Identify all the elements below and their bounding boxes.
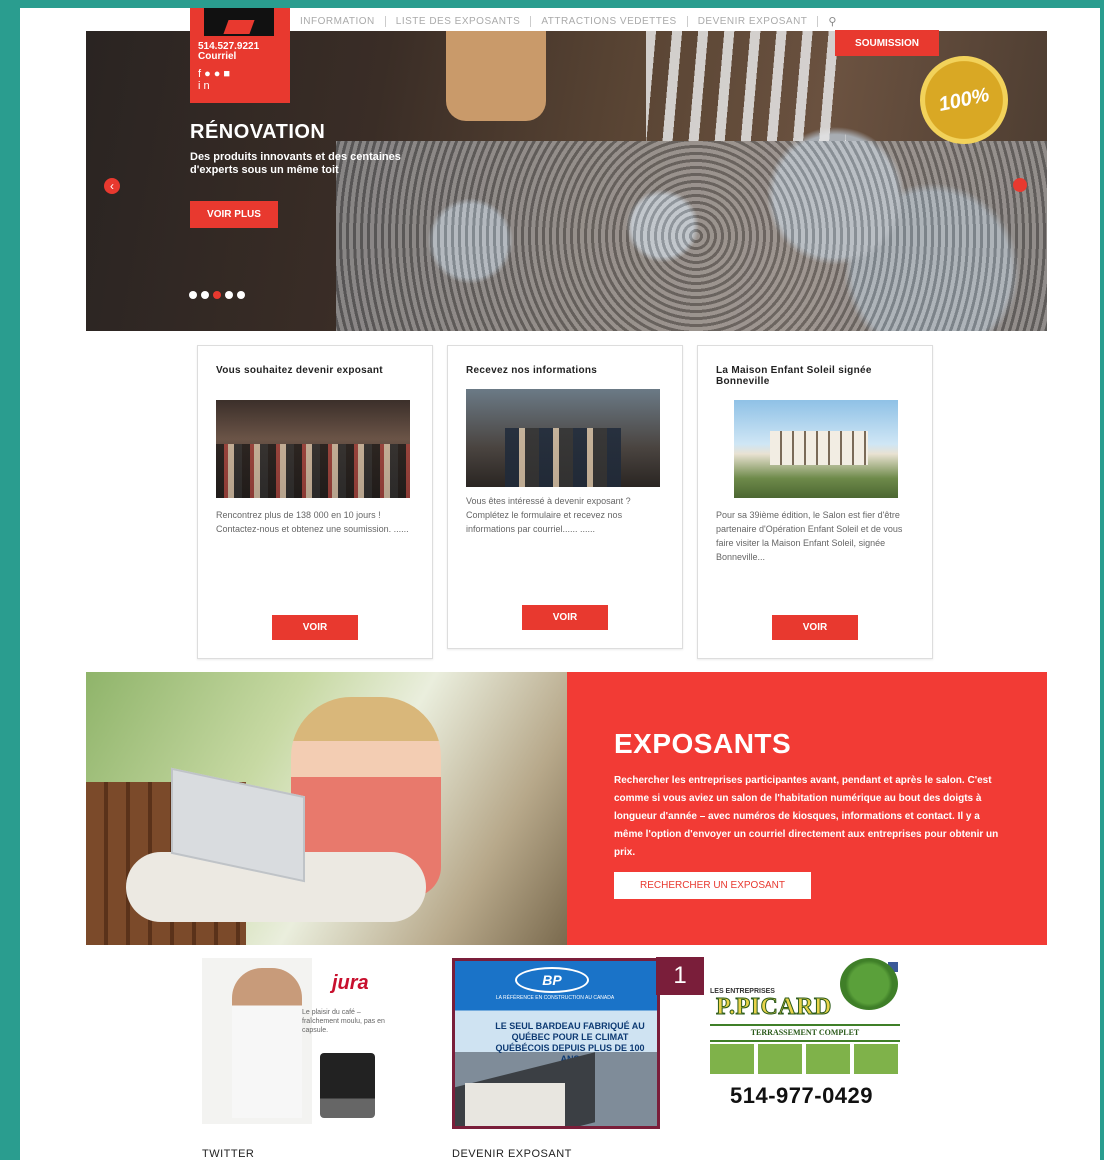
slider-dots — [189, 291, 245, 299]
hero-title: RÉNOVATION — [190, 121, 326, 143]
footer-twitter-heading: TWITTER — [202, 1148, 255, 1160]
email-link[interactable]: Courriel — [198, 52, 259, 62]
picard-photos — [710, 1044, 900, 1074]
instagram-icon[interactable]: ■ — [223, 68, 233, 80]
ad-picard[interactable]: LES ENTREPRISES P.PICARD TERRASSEMENT CO… — [710, 958, 910, 1118]
slider-dot-active[interactable] — [213, 291, 221, 299]
man-figure — [232, 968, 302, 1118]
guarantee-badge: 100% — [911, 47, 1017, 153]
annotation-badge: 1 — [656, 957, 704, 995]
ad-jura[interactable]: jura Le plaisir du café – fraîchement mo… — [202, 958, 402, 1124]
site-logo[interactable]: 514.527.9221 Courriel f●●■ in — [190, 8, 290, 103]
woman-laptop-image — [86, 672, 567, 945]
logo-mark — [204, 8, 274, 36]
card-receive-info: Recevez nos informations Vous êtes intér… — [447, 345, 683, 649]
card-see-button[interactable]: VOIR — [772, 615, 858, 640]
brush-image — [446, 31, 546, 121]
submission-button[interactable]: SOUMISSION — [835, 30, 939, 56]
card-see-button[interactable]: VOIR — [522, 605, 608, 630]
slider-dot[interactable] — [237, 291, 245, 299]
nav-become-exhibitor[interactable]: DEVENIR EXPOSANT — [688, 15, 819, 27]
search-exhibitor-button[interactable]: RECHERCHER UN EXPOSANT — [614, 872, 811, 899]
card-text: Rencontrez plus de 138 000 en 10 jours !… — [216, 510, 409, 534]
social-links: f●●■ in — [198, 68, 233, 92]
card-image-crowd — [216, 400, 410, 498]
card-maison-enfant-soleil: La Maison Enfant Soleil signée Bonnevill… — [697, 345, 933, 659]
footer-become-exhibitor-heading: DEVENIR EXPOSANT — [452, 1148, 572, 1160]
exhibitors-description: Rechercher les entreprises participantes… — [614, 775, 999, 858]
picard-name: P.PICARD — [716, 994, 832, 1021]
nav-information[interactable]: INFORMATION — [290, 15, 386, 27]
coffee-machine-image — [320, 1053, 375, 1118]
card-image-meeting — [466, 389, 660, 487]
picard-service: TERRASSEMENT COMPLET — [710, 1024, 900, 1042]
card-text: Pour sa 39ième édition, le Salon est fie… — [716, 510, 903, 562]
exhibitors-section: EXPOSANTS Rechercher les entreprises par… — [86, 672, 1047, 945]
search-icon[interactable]: ⚲ — [818, 15, 847, 28]
slider-dot[interactable] — [225, 291, 233, 299]
card-title: La Maison Enfant Soleil signée Bonnevill… — [716, 365, 872, 387]
slider-dot[interactable] — [189, 291, 197, 299]
top-navigation: INFORMATION LISTE DES EXPOSANTS ATTRACTI… — [290, 8, 920, 34]
tree-icon — [840, 958, 898, 1010]
hero-description: Des produits innovants et des centaines … — [190, 151, 401, 176]
card-see-button[interactable]: VOIR — [272, 615, 358, 640]
twitter-icon[interactable]: ● — [204, 68, 214, 80]
bp-tagline: LA RÉFÉRENCE EN CONSTRUCTION AU CANADA — [495, 995, 615, 1001]
ad-bp-shingles[interactable]: BP LA RÉFÉRENCE EN CONSTRUCTION AU CANAD… — [452, 958, 660, 1129]
nav-exhibitors-list[interactable]: LISTE DES EXPOSANTS — [386, 15, 532, 27]
linkedin-icon[interactable]: in — [198, 80, 213, 92]
page: RÉNOVATION Des produits innovants et des… — [20, 8, 1100, 1160]
jura-logo: jura — [332, 972, 369, 994]
contact-phone[interactable]: 514.527.9221 Courriel — [198, 42, 259, 62]
slider-next-icon[interactable] — [1013, 178, 1027, 192]
nuts-bolts-image — [336, 141, 1047, 331]
card-text: Vous êtes intéressé à devenir exposant ?… — [466, 496, 631, 534]
screwdrivers-image — [646, 31, 846, 141]
pinterest-icon[interactable]: ● — [214, 68, 224, 80]
card-image-house — [734, 400, 898, 498]
house-image — [465, 1083, 565, 1126]
slider-dot[interactable] — [201, 291, 209, 299]
slider-prev-icon[interactable]: ‹ — [104, 178, 120, 194]
nav-featured-attractions[interactable]: ATTRACTIONS VEDETTES — [531, 15, 688, 27]
exhibitors-panel: EXPOSANTS Rechercher les entreprises par… — [567, 672, 1047, 945]
jura-tagline: Le plaisir du café – fraîchement moulu, … — [302, 1009, 385, 1034]
card-title: Recevez nos informations — [466, 365, 598, 376]
picard-phone: 514-977-0429 — [730, 1083, 874, 1108]
exhibitors-title: EXPOSANTS — [614, 728, 792, 759]
hero-see-more-button[interactable]: VOIR PLUS — [190, 201, 278, 228]
card-become-exhibitor: Vous souhaitez devenir exposant Rencontr… — [197, 345, 433, 659]
bp-logo: BP — [515, 967, 589, 993]
card-title: Vous souhaitez devenir exposant — [216, 365, 383, 376]
